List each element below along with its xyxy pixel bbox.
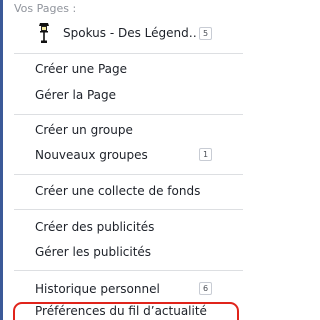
manage-ads-link[interactable]: Gérer les publicités [0, 241, 243, 263]
news-feed-preferences-link[interactable]: Préférences du fil d’actualité [0, 300, 243, 320]
new-groups-count: 1 [199, 148, 212, 161]
create-fundraiser-label: Créer une collecte de fonds [35, 184, 201, 198]
news-feed-preferences-label: Préférences du fil d’actualité [35, 304, 207, 318]
manage-page-label: Gérer la Page [35, 88, 117, 102]
street-lamp-icon [39, 23, 49, 43]
page-notification-count: 5 [199, 27, 212, 40]
divider [14, 114, 243, 115]
create-fundraiser-link[interactable]: Créer une collecte de fonds [0, 180, 243, 202]
manage-ads-label: Gérer les publicités [35, 245, 152, 259]
page-item-spokus[interactable]: Spokus - Des Légend… 5 [0, 21, 243, 45]
your-pages-heading: Vos Pages : [14, 2, 77, 15]
create-group-label: Créer un groupe [35, 123, 133, 137]
create-page-label: Créer une Page [35, 62, 128, 76]
create-ads-link[interactable]: Créer des publicités [0, 216, 243, 238]
activity-log-label: Historique personnel [35, 282, 160, 296]
create-ads-label: Créer des publicités [35, 220, 155, 234]
new-groups-link[interactable]: Nouveaux groupes 1 [0, 144, 243, 166]
manage-page-link[interactable]: Gérer la Page [0, 84, 243, 106]
divider [14, 174, 243, 175]
divider [14, 209, 243, 210]
divider [14, 53, 243, 54]
create-page-link[interactable]: Créer une Page [0, 58, 243, 80]
create-group-link[interactable]: Créer un groupe [0, 119, 243, 141]
activity-log-count: 6 [199, 282, 212, 295]
new-groups-label: Nouveaux groupes [35, 148, 148, 162]
page-name: Spokus - Des Légend… [63, 26, 196, 40]
divider [14, 270, 243, 271]
activity-log-link[interactable]: Historique personnel 6 [0, 278, 243, 300]
